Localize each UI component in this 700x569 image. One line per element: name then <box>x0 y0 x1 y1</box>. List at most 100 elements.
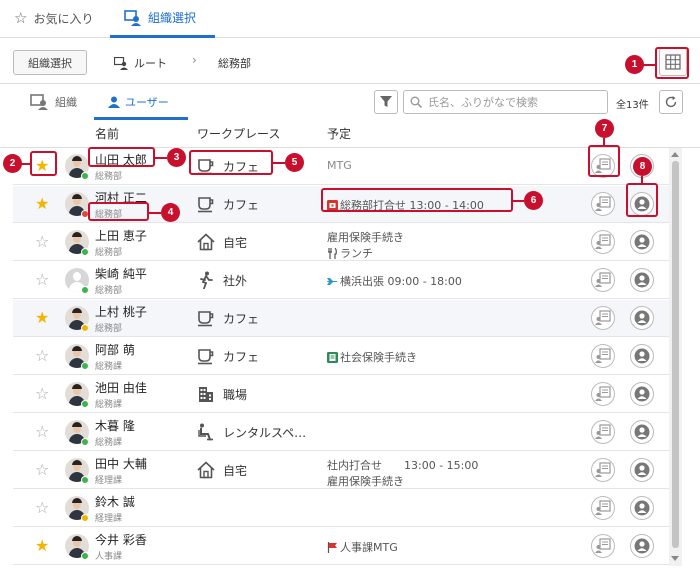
user-name[interactable]: 上田 恵子 <box>95 227 147 244</box>
star-outline-icon[interactable]: ☆ <box>35 233 49 251</box>
table-row[interactable]: ☆ 鈴木 誠経理課 <box>13 490 669 527</box>
column-name: 名前 <box>95 127 120 141</box>
schedule-item[interactable]: 社会保険手続き <box>327 349 417 365</box>
star-outline-icon[interactable]: ☆ <box>35 499 49 517</box>
schedule-item[interactable]: ランチ <box>327 245 373 261</box>
star-filled-icon[interactable]: ★ <box>35 195 49 213</box>
user-department: 総務課 <box>95 438 123 448</box>
subtab-user[interactable]: ユーザー <box>108 94 169 110</box>
scroll-thumb[interactable] <box>672 161 679 548</box>
profile-button[interactable] <box>630 420 654 444</box>
tab-favorites-label: お気に入り <box>33 11 94 26</box>
schedule-item[interactable]: 横浜出張 09:00 - 18:00 <box>327 273 462 289</box>
user-department: 経理課 <box>95 514 123 524</box>
org-root-icon <box>114 56 128 70</box>
presence-status-dot <box>81 286 89 294</box>
star-filled-icon[interactable]: ★ <box>35 537 49 555</box>
org-icon <box>30 94 48 110</box>
star-outline-icon[interactable]: ☆ <box>35 461 49 479</box>
memo-button[interactable] <box>591 230 615 254</box>
profile-button[interactable] <box>630 230 654 254</box>
star-outline-icon[interactable]: ☆ <box>35 271 49 289</box>
memo-button[interactable] <box>591 382 615 406</box>
user-name[interactable]: 今井 彩香 <box>95 531 147 548</box>
column-workplace: ワークプレース <box>197 127 281 141</box>
star-filled-icon[interactable]: ★ <box>35 309 49 327</box>
profile-icon <box>634 424 650 440</box>
memo-button[interactable] <box>591 268 615 292</box>
search-input[interactable] <box>428 95 598 109</box>
profile-button[interactable] <box>630 382 654 406</box>
presence-status-dot <box>81 248 89 256</box>
callout-highlight-5 <box>189 150 273 175</box>
table-row[interactable]: ☆ 阿部 萌総務課 カフェ 社会保険手続き <box>13 338 669 375</box>
user-name[interactable]: 阿部 萌 <box>95 341 135 358</box>
schedule-text: 横浜出張 09:00 - 18:00 <box>340 275 462 288</box>
tab-org-select[interactable]: 組織選択 <box>124 9 196 26</box>
callout-highlight-8 <box>626 183 658 217</box>
profile-button[interactable] <box>630 268 654 292</box>
profile-button[interactable] <box>630 344 654 368</box>
breadcrumb-root[interactable]: ルート <box>114 55 167 71</box>
subtab-org[interactable]: 組織 <box>30 94 77 110</box>
scroll-up-arrow[interactable] <box>671 152 679 157</box>
memo-button[interactable] <box>591 192 615 216</box>
schedule-item[interactable]: 社内打合せ 13:00 - 15:00 <box>327 457 478 473</box>
user-department: 総務部 <box>95 324 123 334</box>
memo-button[interactable] <box>591 306 615 330</box>
table-row[interactable]: ☆ 田中 大輔 経理課 自宅 社内打合せ 13:00 - 15:00 雇用保険手続き <box>13 452 669 489</box>
table-row[interactable]: ☆ 柴崎 純平 総務部 社外 横浜出張 09:00 - 18:00 <box>13 262 669 299</box>
table-row[interactable]: ★ 今井 彩香 人事課 人事課MTG <box>13 528 669 565</box>
scroll-down-arrow[interactable] <box>671 556 679 561</box>
user-icon <box>108 96 120 108</box>
table-row[interactable]: ☆ 上田 恵子 総務部 自宅 雇用保険手続き ランチ <box>13 224 669 261</box>
memo-button[interactable] <box>591 344 615 368</box>
tab-org-select-label: 組織選択 <box>148 11 197 25</box>
user-name[interactable]: 田中 大輔 <box>95 455 147 472</box>
user-name[interactable]: 池田 由佳 <box>95 379 147 396</box>
schedule-item[interactable]: 人事課MTG <box>327 539 398 555</box>
profile-icon <box>634 348 650 364</box>
schedule-item[interactable]: 雇用保険手続き <box>327 229 404 245</box>
star-outline-icon: ☆ <box>14 9 28 27</box>
workplace-label: カフェ <box>223 350 260 364</box>
profile-icon <box>634 538 650 554</box>
star-outline-icon[interactable]: ☆ <box>35 423 49 441</box>
star-outline-icon[interactable]: ☆ <box>35 385 49 403</box>
memo-button[interactable] <box>591 458 615 482</box>
schedule-item[interactable]: MTG <box>327 159 352 172</box>
profile-button[interactable] <box>630 458 654 482</box>
user-name[interactable]: 上村 桃子 <box>95 303 147 320</box>
memo-button[interactable] <box>591 420 615 444</box>
callout-line-2 <box>21 163 30 165</box>
profile-button[interactable] <box>630 496 654 520</box>
org-select-button[interactable]: 組織選択 <box>13 50 87 75</box>
table-row[interactable]: ☆ 木暮 隆総務課 レンタルスペ… <box>13 414 669 451</box>
presence-status-dot <box>81 362 89 370</box>
memo-icon <box>595 272 611 287</box>
schedule-text: 社会保険手続き <box>340 351 417 364</box>
user-name[interactable]: 木暮 隆 <box>95 417 135 434</box>
profile-button[interactable] <box>630 306 654 330</box>
filter-button[interactable] <box>374 90 398 114</box>
profile-button[interactable] <box>630 534 654 558</box>
user-name[interactable]: 鈴木 誠 <box>95 493 135 510</box>
memo-icon <box>595 424 611 439</box>
presence-status-dot <box>81 552 89 560</box>
star-outline-icon[interactable]: ☆ <box>35 347 49 365</box>
schedule-item[interactable]: 雇用保険手続き <box>327 473 404 489</box>
memo-button[interactable] <box>591 496 615 520</box>
refresh-button[interactable] <box>659 90 683 114</box>
memo-button[interactable] <box>591 534 615 558</box>
user-name[interactable]: 柴崎 純平 <box>95 265 147 282</box>
flag-icon <box>327 541 338 553</box>
office-icon <box>197 385 215 403</box>
table-row[interactable]: ★ 上村 桃子 総務部 カフェ <box>13 300 669 337</box>
profile-icon <box>634 386 650 402</box>
cafe-icon <box>197 195 215 213</box>
memo-icon <box>595 348 611 363</box>
table-row[interactable]: ☆ 池田 由佳 総務課 職場 <box>13 376 669 413</box>
tab-favorites[interactable]: ☆ お気に入り <box>14 9 93 27</box>
vertical-scrollbar[interactable] <box>669 148 682 566</box>
memo-icon <box>595 234 611 249</box>
